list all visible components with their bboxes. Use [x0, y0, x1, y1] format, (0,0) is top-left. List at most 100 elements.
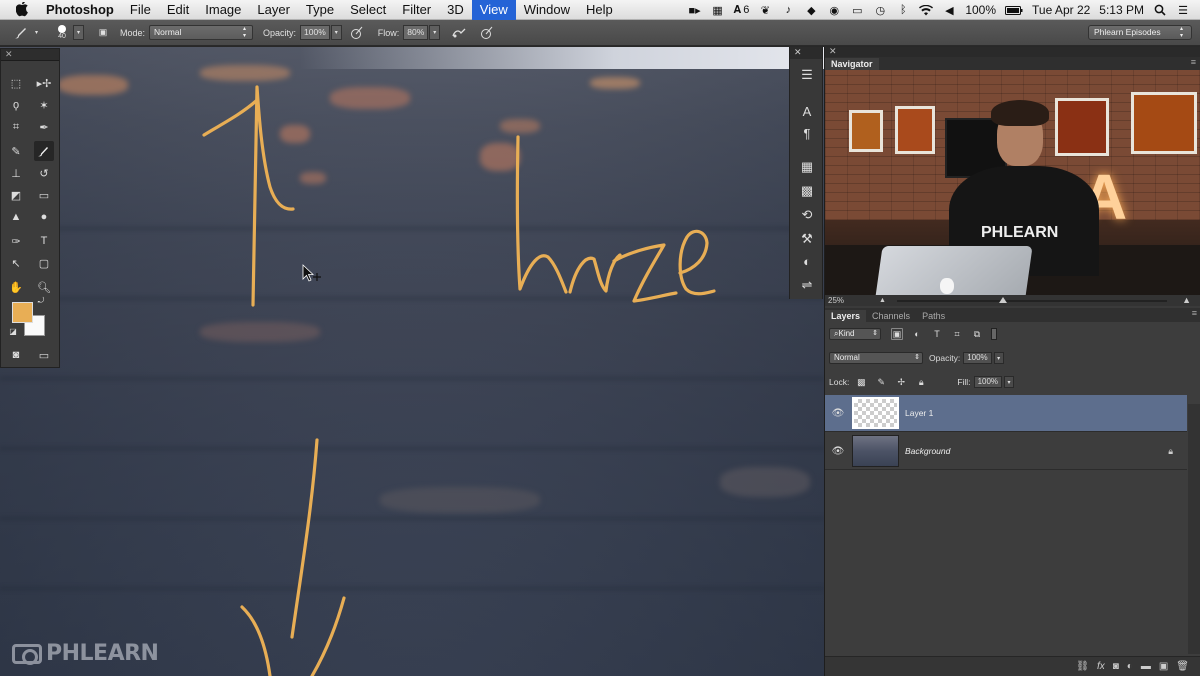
layer-row-background[interactable]: 👁︎ Background 🔒︎ — [825, 433, 1187, 470]
delete-layer-icon[interactable]: 🗑︎ — [1176, 661, 1189, 672]
notification-center-icon[interactable]: ☰ — [1176, 4, 1190, 17]
flow-input[interactable]: 80% — [403, 25, 429, 40]
lock-transparency-icon[interactable]: ▩ — [855, 376, 867, 388]
history-panel-icon[interactable]: ☰ — [797, 65, 817, 85]
menu-type[interactable]: Type — [298, 0, 342, 20]
link-layers-icon[interactable]: ⛓ — [1076, 661, 1089, 672]
brush-size-picker[interactable]: 40 — [52, 24, 72, 41]
blend-mode-select[interactable]: Normal — [829, 352, 923, 364]
opacity-input[interactable]: 100% — [300, 25, 330, 40]
menu-edit[interactable]: Edit — [159, 0, 197, 20]
lock-all-icon[interactable]: 🔒︎ — [915, 376, 927, 388]
clone-stamp-icon[interactable]: ⊥ — [6, 163, 26, 183]
opacity-slider-dropdown[interactable]: ▾ — [330, 25, 342, 40]
new-group-icon[interactable]: ▬ — [1141, 661, 1151, 672]
workspace-select[interactable]: Phlearn Episodes — [1088, 25, 1192, 40]
zoom-tool-icon[interactable]: 🔍︎ — [34, 277, 54, 297]
tab-navigator[interactable]: Navigator — [825, 58, 879, 70]
add-mask-icon[interactable]: ◙ — [1113, 661, 1119, 672]
menu-window[interactable]: Window — [516, 0, 578, 20]
flow-slider-dropdown[interactable]: ▾ — [429, 25, 441, 40]
lock-position-icon[interactable]: ✢ — [895, 376, 907, 388]
navigator-preview[interactable]: A PHLEARN — [825, 70, 1200, 295]
layer-name[interactable]: Layer 1 — [905, 408, 933, 418]
brush-presets-icon[interactable]: ▦ — [797, 157, 817, 177]
filter-type-icon[interactable]: T — [931, 328, 943, 340]
apple-menu-icon[interactable] — [14, 2, 30, 18]
volume-icon[interactable]: ◀ — [942, 4, 956, 17]
zoom-in-icon[interactable]: ▲ — [1182, 295, 1191, 306]
menu-filter[interactable]: Filter — [394, 0, 439, 20]
clock-date[interactable]: Tue Apr 22 — [1032, 3, 1090, 17]
panel-menu-icon[interactable]: ≡ — [1191, 57, 1196, 67]
menu-layer[interactable]: Layer — [249, 0, 298, 20]
character-panel-icon[interactable]: A — [797, 101, 817, 121]
gradient-tool-icon[interactable]: ▭ — [34, 185, 54, 205]
tab-layers[interactable]: Layers — [825, 310, 867, 322]
foreground-color-swatch[interactable] — [12, 302, 33, 323]
healing-brush-icon[interactable]: ✎ — [6, 141, 26, 161]
menu-help[interactable]: Help — [578, 0, 621, 20]
battery-icon[interactable] — [1005, 4, 1023, 16]
adjustments-panel-icon[interactable]: ◐ — [797, 251, 817, 271]
adobe-cc-icon[interactable]: 𝐀 6 — [734, 4, 750, 17]
panel-group-header[interactable]: ✕ — [825, 47, 1200, 57]
eyedropper-icon[interactable]: ✒ — [34, 117, 54, 137]
layers-scrollbar[interactable] — [1188, 404, 1200, 654]
brush-tool-preset-icon[interactable] — [12, 24, 30, 42]
properties-panel-icon[interactable]: ⇌ — [797, 275, 817, 295]
path-selection-icon[interactable]: ↖ — [6, 253, 26, 273]
notification-bell-icon[interactable]: ♪ — [781, 4, 795, 16]
tab-channels[interactable]: Channels — [866, 310, 916, 322]
clock-time[interactable]: 5:13 PM — [1099, 3, 1144, 17]
menu-view[interactable]: View — [471, 0, 516, 20]
tool-preset-dropdown[interactable]: ▾ — [31, 25, 42, 40]
time-machine-icon[interactable]: ◷ — [873, 4, 887, 17]
layer-name[interactable]: Background — [905, 446, 950, 456]
filter-adjustment-icon[interactable]: ◐ — [911, 328, 923, 340]
rectangle-shape-icon[interactable]: ▢ — [34, 253, 54, 273]
document-canvas[interactable]: PHLEARN — [0, 47, 824, 676]
visibility-eye-icon[interactable]: 👁︎ — [825, 446, 851, 457]
move-tool-icon[interactable]: ▸✢ — [34, 73, 54, 93]
menu-select[interactable]: Select — [342, 0, 394, 20]
menu-file[interactable]: File — [122, 0, 159, 20]
layer-thumbnail[interactable] — [852, 397, 899, 429]
pressure-opacity-icon[interactable] — [348, 24, 366, 42]
filter-toggle-switch[interactable] — [991, 328, 997, 340]
evernote-icon[interactable]: ❦ — [758, 4, 772, 17]
magic-wand-icon[interactable]: ✶ — [34, 95, 54, 115]
pressure-size-icon[interactable] — [478, 24, 496, 42]
brush-picker-dropdown[interactable]: ▾ — [73, 25, 84, 40]
fill-dropdown[interactable]: ▾ — [1004, 376, 1015, 388]
fill-input[interactable]: 100% — [973, 376, 1003, 388]
bluetooth-icon[interactable]: ᛒ — [896, 4, 910, 16]
history-brush-icon[interactable]: ↺ — [34, 163, 54, 183]
menu-image[interactable]: Image — [197, 0, 249, 20]
menu-3d[interactable]: 3D — [439, 0, 472, 20]
swap-colors-icon[interactable]: ⤾ — [35, 295, 47, 307]
layer-thumbnail[interactable] — [852, 435, 899, 467]
spotlight-search-icon[interactable] — [1153, 4, 1167, 16]
dodge-tool-icon[interactable]: ● — [34, 207, 54, 227]
layer-style-fx-icon[interactable]: fx — [1097, 661, 1105, 672]
paragraph-panel-icon[interactable]: ¶ — [797, 123, 817, 143]
tool-presets-icon[interactable]: ⚒ — [797, 229, 817, 249]
navigator-zoom-slider[interactable] — [897, 300, 1167, 302]
mode-select[interactable]: Normal — [149, 25, 254, 40]
hand-tool-icon[interactable]: ✋ — [6, 277, 26, 297]
airplay-icon[interactable]: ▭ — [850, 4, 864, 17]
eye-icon[interactable]: ◉ — [827, 4, 841, 17]
screen-grid-icon[interactable]: ▦ — [711, 4, 725, 17]
layer-opacity-dropdown[interactable]: ▾ — [993, 352, 1004, 364]
airbrush-icon[interactable] — [450, 24, 468, 42]
dropbox-icon[interactable]: ◆ — [804, 4, 818, 17]
navigator-zoom-value[interactable]: 25% — [828, 295, 844, 306]
screen-mode-icon[interactable]: ▭ — [34, 345, 54, 365]
filter-shape-icon[interactable]: ⌗ — [951, 328, 963, 340]
swatches-panel-icon[interactable]: ▩ — [797, 181, 817, 201]
new-adjustment-layer-icon[interactable]: ◐ — [1127, 661, 1133, 672]
eraser-icon[interactable]: ◩ — [6, 185, 26, 205]
video-camera-icon[interactable]: ■▸ — [688, 4, 702, 17]
filter-smart-object-icon[interactable]: ⧉ — [971, 328, 983, 340]
